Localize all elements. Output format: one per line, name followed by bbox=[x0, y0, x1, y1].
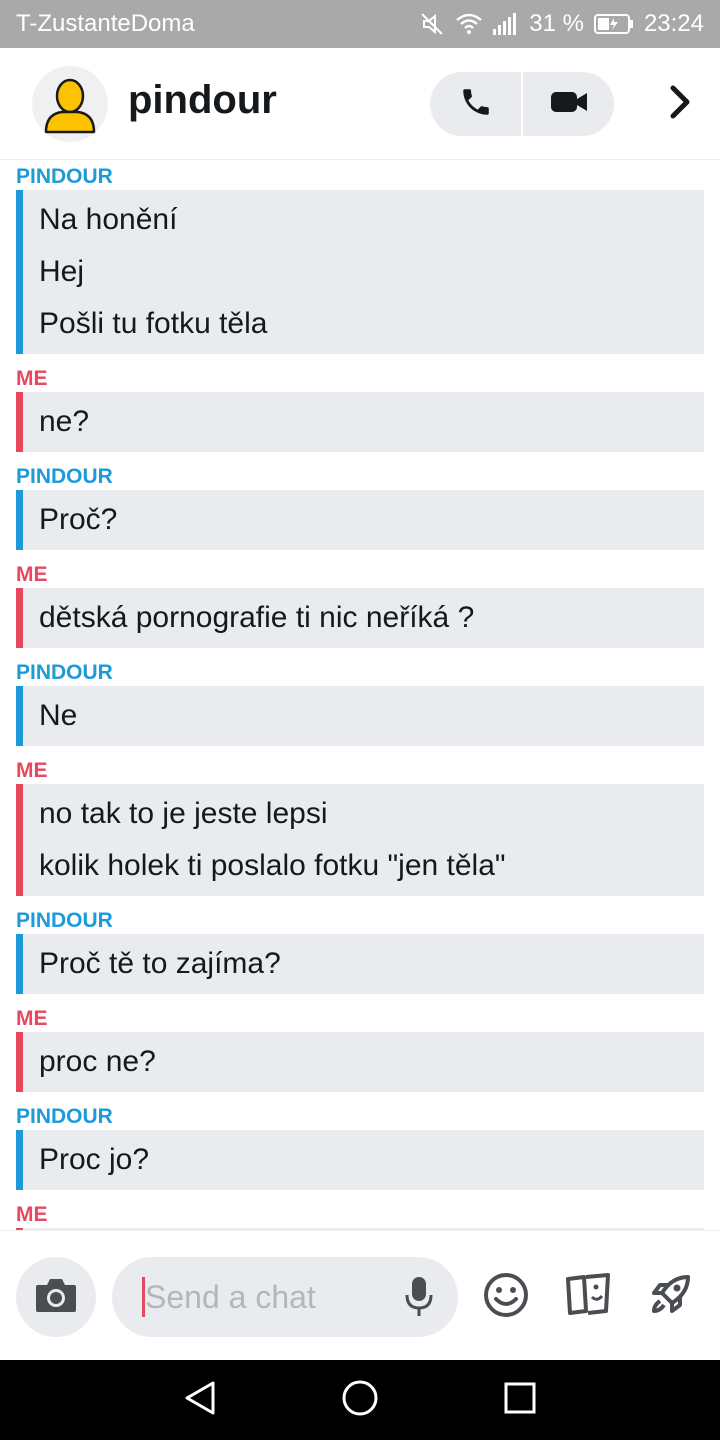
signal-icon bbox=[493, 13, 519, 35]
message-bubble: no tak to je jeste lepsi kolik holek ti p… bbox=[16, 784, 704, 896]
sender-name: PINDOUR bbox=[16, 661, 113, 684]
message-text[interactable]: dětská pornografie ti nic neříká ? bbox=[39, 592, 704, 644]
status-icons: 31 % 23:24 bbox=[419, 10, 704, 38]
sender-name: PINDOUR bbox=[16, 1105, 113, 1128]
home-circle-icon bbox=[341, 1379, 379, 1422]
sender-name: ME bbox=[16, 367, 48, 390]
rocket-icon bbox=[646, 1271, 694, 1324]
message-text[interactable]: ne? bbox=[39, 396, 704, 448]
recents-square-icon bbox=[504, 1382, 536, 1419]
sender-name: PINDOUR bbox=[16, 165, 113, 188]
message-group: PINDOUR Proc jo? bbox=[0, 1100, 720, 1190]
avatar-icon[interactable] bbox=[32, 66, 108, 142]
nav-home-button[interactable] bbox=[338, 1378, 382, 1422]
compose-bar: Send a chat bbox=[0, 1230, 720, 1360]
video-icon bbox=[549, 87, 589, 122]
message-list[interactable]: PINDOUR Na honění Hej Pošli tu fotku těla ME… bbox=[0, 160, 720, 1230]
message-bubble: ne? bbox=[16, 392, 704, 452]
phone-icon bbox=[459, 85, 493, 124]
sender-name: ME bbox=[16, 759, 48, 782]
message-text[interactable]: kolik holek ti poslalo fotku "jen těla" bbox=[39, 840, 704, 892]
message-bubble: Ne bbox=[16, 686, 704, 746]
video-call-button[interactable] bbox=[521, 72, 614, 136]
message-text[interactable]: Proc jo? bbox=[39, 1134, 704, 1186]
games-button[interactable] bbox=[640, 1267, 700, 1327]
mute-icon bbox=[419, 11, 445, 37]
chat-input-placeholder: Send a chat bbox=[145, 1278, 316, 1315]
message-group: ME no tak to je jeste lepsi kolik holek ti… bbox=[0, 754, 720, 896]
message-bubble: Proč tě to zajíma? bbox=[16, 934, 704, 994]
sender-name: ME bbox=[16, 1007, 48, 1030]
voice-call-button[interactable] bbox=[430, 72, 521, 136]
sender-name: PINDOUR bbox=[16, 465, 113, 488]
message-group: PINDOUR Ne bbox=[0, 656, 720, 746]
nav-recents-button[interactable] bbox=[498, 1378, 542, 1422]
message-group: ME dětská pornografie ti nic neříká ? bbox=[0, 558, 720, 648]
message-group: ME proc ne? bbox=[0, 1002, 720, 1092]
message-group: MEnejakej toxic, kdyzs nedostal co chces… bbox=[0, 1198, 720, 1230]
message-bubble: Proc jo? bbox=[16, 1130, 704, 1190]
chat-title[interactable]: pindour bbox=[128, 78, 277, 123]
chat-header: pindour bbox=[0, 48, 720, 160]
status-bar: T-ZustanteDoma 31 % 23:24 bbox=[0, 0, 720, 48]
back-triangle-icon bbox=[183, 1380, 217, 1421]
message-bubble: dětská pornografie ti nic neříká ? bbox=[16, 588, 704, 648]
open-profile-button[interactable] bbox=[660, 84, 700, 124]
camera-button[interactable] bbox=[16, 1257, 96, 1337]
message-text[interactable]: Ne bbox=[39, 690, 704, 742]
message-text[interactable]: Proč? bbox=[39, 494, 704, 546]
message-text[interactable]: Hej bbox=[39, 246, 704, 298]
message-text[interactable]: no tak to je jeste lepsi bbox=[39, 788, 704, 840]
message-group: PINDOUR Proč? bbox=[0, 460, 720, 550]
nav-back-button[interactable] bbox=[178, 1378, 222, 1422]
battery-icon bbox=[593, 13, 634, 35]
sender-name: ME bbox=[16, 1203, 48, 1226]
message-group: PINDOUR Na honění Hej Pošli tu fotku těla bbox=[0, 160, 720, 354]
clock: 23:24 bbox=[643, 10, 704, 37]
battery-level: 31 % bbox=[529, 10, 584, 37]
wifi-icon bbox=[455, 12, 483, 36]
message-text[interactable]: Na honění bbox=[39, 194, 704, 246]
message-bubble: proc ne? bbox=[16, 1032, 704, 1092]
emoji-icon bbox=[482, 1271, 530, 1324]
carrier-name: T-ZustanteDoma bbox=[16, 10, 195, 37]
sender-name: PINDOUR bbox=[16, 909, 113, 932]
camera-icon bbox=[34, 1276, 78, 1319]
emoji-button[interactable] bbox=[476, 1267, 536, 1327]
message-bubble: Na honění Hej Pošli tu fotku těla bbox=[16, 190, 704, 354]
chat-input[interactable]: Send a chat bbox=[112, 1257, 458, 1337]
sender-name: ME bbox=[16, 563, 48, 586]
call-buttons bbox=[430, 72, 614, 136]
message-text[interactable]: Proč tě to zajíma? bbox=[39, 938, 704, 990]
message-group: ME ne? bbox=[0, 362, 720, 452]
system-navigation-bar bbox=[0, 1360, 720, 1440]
message-text[interactable]: Pošli tu fotku těla bbox=[39, 298, 704, 350]
message-text[interactable]: proc ne? bbox=[39, 1036, 704, 1088]
stickers-icon bbox=[562, 1271, 614, 1324]
message-group: PINDOUR Proč tě to zajíma? bbox=[0, 904, 720, 994]
chevron-right-icon bbox=[668, 84, 692, 125]
microphone-icon[interactable] bbox=[404, 1275, 434, 1324]
stickers-button[interactable] bbox=[558, 1267, 618, 1327]
message-bubble: Proč? bbox=[16, 490, 704, 550]
